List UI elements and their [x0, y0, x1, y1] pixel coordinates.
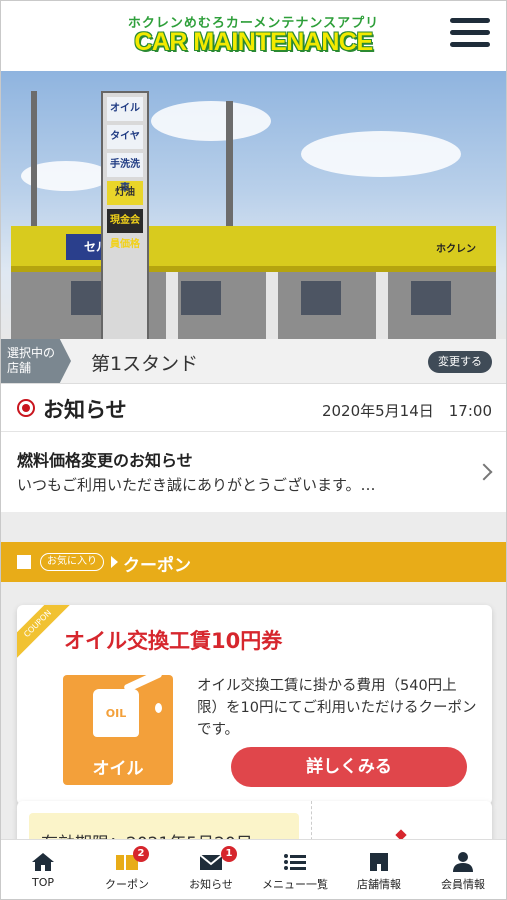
app-title-logo: CAR MAINTENANCE [134, 28, 373, 56]
canopy-brand-text: ホクレン [436, 244, 476, 255]
arrow-right-icon [111, 556, 118, 568]
price-sign-tower: オイル タイヤ 手洗洗車 灯油 現金会員価格 [101, 91, 149, 339]
coupon-count-badge: 2 [133, 846, 149, 862]
nav-label: お知らせ [189, 878, 233, 891]
menu-bar-icon [450, 42, 490, 47]
news-header: お知らせ 2020年5月14日 17:00 [1, 384, 506, 432]
station-building [11, 271, 496, 339]
change-store-button[interactable]: 変更する [428, 351, 492, 373]
cloud-shape [301, 131, 461, 177]
nav-menu-list[interactable]: メニュー一覧 [253, 840, 337, 899]
nav-store-info[interactable]: 店舗情報 [337, 840, 421, 899]
menu-bar-icon [450, 30, 490, 35]
mail-icon [199, 854, 223, 870]
nav-label: クーポン [105, 878, 149, 891]
store-name: 第1スタンド [91, 353, 199, 375]
store-hero-image: セル ホクレン オイル タイヤ 手洗洗車 灯油 現金会員価格 [1, 71, 506, 339]
app-screen: ホクレンめむろカーメンテナンスアプリ CAR MAINTENANCE セル ホク… [0, 0, 507, 900]
coupon-section-header: お気に入り クーポン [1, 542, 506, 582]
tower-panel: タイヤ [107, 125, 143, 149]
nav-label: メニュー一覧 [262, 878, 328, 891]
building-window [301, 281, 341, 315]
oil-can-text: OIL [105, 707, 127, 720]
oil-can-icon: OIL [93, 689, 139, 737]
news-item-body: いつもご利用いただき誠にありがとうございます。… [17, 476, 376, 494]
tower-panel: 灯油 [107, 181, 143, 205]
news-list-item[interactable]: 燃料価格変更のお知らせ いつもご利用いただき誠にありがとうございます。… [1, 432, 506, 512]
canopy-column [376, 271, 388, 339]
news-item-title: 燃料価格変更のお知らせ [17, 451, 193, 470]
news-count-badge: 1 [221, 846, 237, 862]
nav-label: 店舗情報 [357, 878, 401, 891]
nav-member-info[interactable]: 会員情報 [421, 840, 505, 899]
coupon-description: オイル交換工賃に掛かる費用（540円上限）を10円にてご利用いただけるクーポンで… [197, 678, 477, 738]
news-heading: お知らせ [43, 398, 127, 422]
menu-bar-icon [450, 18, 490, 23]
oil-category-icon: OIL オイル [63, 675, 173, 785]
person-icon [453, 852, 473, 872]
nav-top[interactable]: TOP [1, 840, 85, 899]
building-window [411, 281, 451, 315]
coupon-title: オイル交換工賃10円券 [64, 629, 283, 653]
list-icon [284, 854, 306, 870]
favorite-badge: お気に入り [40, 553, 104, 571]
station-canopy: セル ホクレン [11, 226, 496, 272]
oil-category-label: オイル [92, 759, 144, 779]
chevron-right-icon [475, 463, 493, 481]
store-icon [370, 853, 388, 871]
target-icon [17, 399, 35, 417]
coupon-detail-button[interactable]: 詳しくみる [231, 747, 467, 787]
tower-panel: 手洗洗車 [107, 153, 143, 194]
nav-label: TOP [31, 876, 54, 889]
canopy-column [266, 271, 278, 339]
tower-panel: オイル [107, 97, 143, 121]
oil-drop-icon [155, 703, 162, 713]
coupon-card: COUPON オイル交換工賃10円券 OIL オイル オイル交換工賃に掛かる費用… [17, 605, 492, 805]
store-tag-line1: 選択中の [7, 346, 56, 360]
nav-coupon[interactable]: 2 クーポン [85, 840, 169, 899]
canopy-column [166, 271, 178, 339]
bottom-navigation: TOP 2 クーポン 1 お知らせ メニュー一覧 店舗情報 会員情報 [1, 839, 506, 899]
home-icon [32, 853, 54, 871]
store-tag-line2: 店舗 [7, 361, 32, 375]
cloud-shape [151, 101, 271, 141]
hamburger-menu-button[interactable] [450, 18, 490, 52]
nav-news[interactable]: 1 お知らせ [169, 840, 253, 899]
selected-store-bar: 選択中の 店舗 第1スタンド 変更する [1, 339, 506, 384]
nav-label: 会員情報 [441, 878, 485, 891]
app-header: ホクレンめむろカーメンテナンスアプリ CAR MAINTENANCE [1, 1, 506, 71]
coupon-section-label: クーポン [123, 556, 191, 576]
square-icon [17, 555, 31, 569]
tower-panel: 現金会員価格 [107, 209, 143, 250]
selected-store-tag: 選択中の 店舗 [1, 339, 71, 383]
news-datetime: 2020年5月14日 17:00 [321, 402, 492, 420]
building-window [181, 281, 221, 315]
